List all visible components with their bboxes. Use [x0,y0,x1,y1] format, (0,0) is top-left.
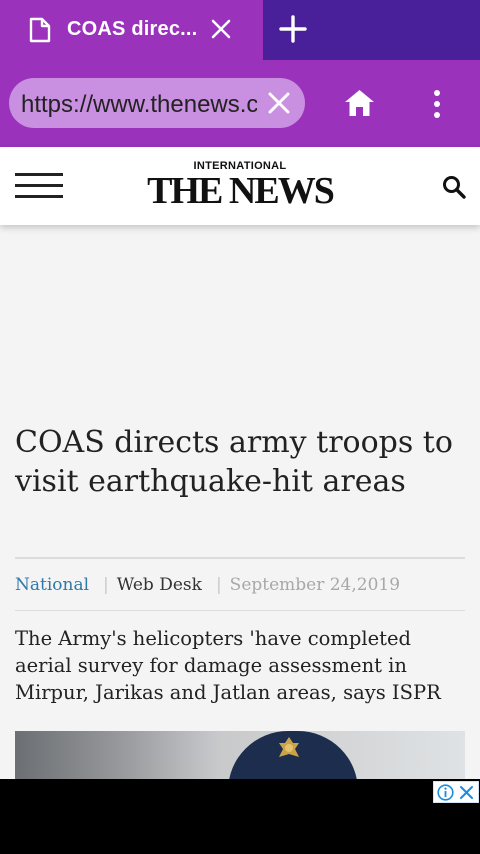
divider [15,610,465,611]
meta-separator: | [215,575,222,595]
info-icon[interactable] [437,784,454,806]
category-link[interactable]: National [15,575,89,595]
meta-separator: | [103,575,109,595]
search-icon[interactable] [442,175,466,204]
divider [15,557,465,559]
plus-icon[interactable] [279,15,307,48]
article-image[interactable] [15,731,465,779]
publish-date: September 24,2019 [229,575,401,595]
author: Web Desk [116,575,202,595]
article-headline: COAS directs army troops to visit earthq… [15,425,453,499]
ad-banner[interactable] [0,779,480,854]
more-vert-icon[interactable] [432,89,442,124]
site-logo[interactable]: THE NEWS [0,169,480,213]
ad-choices[interactable] [433,781,479,803]
article-summary: The Army's helicopters 'have completed a… [15,627,441,704]
site-header: INTERNATIONAL THE NEWS [0,147,480,225]
close-tab-icon[interactable] [210,18,232,45]
document-icon [28,17,52,48]
address-bar[interactable]: https://www.thenews.com.pk [9,78,305,128]
active-tab[interactable]: COAS direc... [0,0,263,60]
toolbar: https://www.thenews.com.pk [0,60,480,207]
tab-title: COAS direc... [67,18,198,40]
home-icon[interactable] [344,89,375,122]
clear-icon[interactable] [267,91,291,120]
tab-strip: COAS direc... [0,0,480,60]
cap-badge-icon [279,737,299,757]
url-field[interactable]: https://www.thenews.com.pk [21,91,257,119]
close-icon[interactable] [459,785,474,805]
article-meta: National | Web Desk | September 24,2019 [15,573,400,597]
